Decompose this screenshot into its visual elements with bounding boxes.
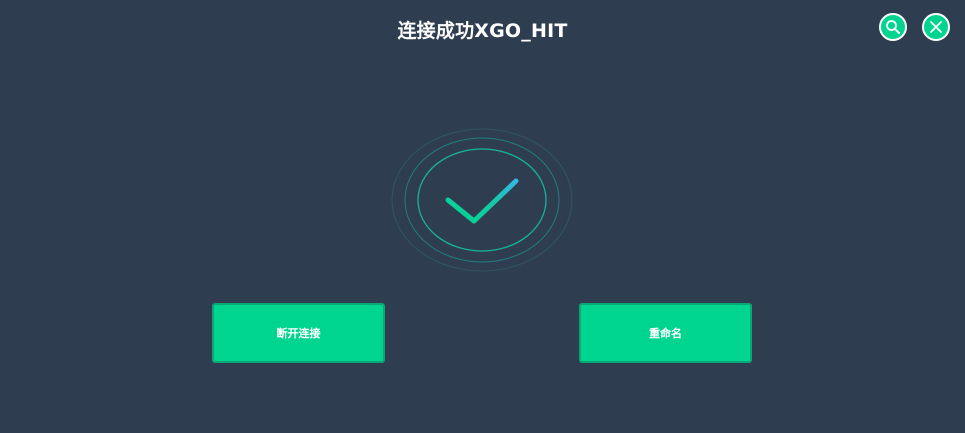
disconnect-button[interactable]: 断开连接 bbox=[212, 303, 385, 363]
rename-button[interactable]: 重命名 bbox=[579, 303, 752, 363]
page-title: 连接成功XGO_HIT bbox=[397, 20, 568, 42]
close-icon bbox=[930, 21, 942, 33]
search-button[interactable] bbox=[879, 13, 907, 41]
checkmark-icon bbox=[445, 178, 519, 224]
close-button[interactable] bbox=[922, 13, 950, 41]
inner-ring bbox=[417, 148, 547, 252]
search-icon bbox=[886, 20, 900, 34]
middle-ring bbox=[404, 137, 560, 263]
connection-success-screen: 连接成功XGO_HIT 断开连接 重命名 bbox=[0, 0, 965, 433]
outer-ring bbox=[391, 128, 573, 272]
success-checkmark-graphic bbox=[391, 128, 573, 272]
